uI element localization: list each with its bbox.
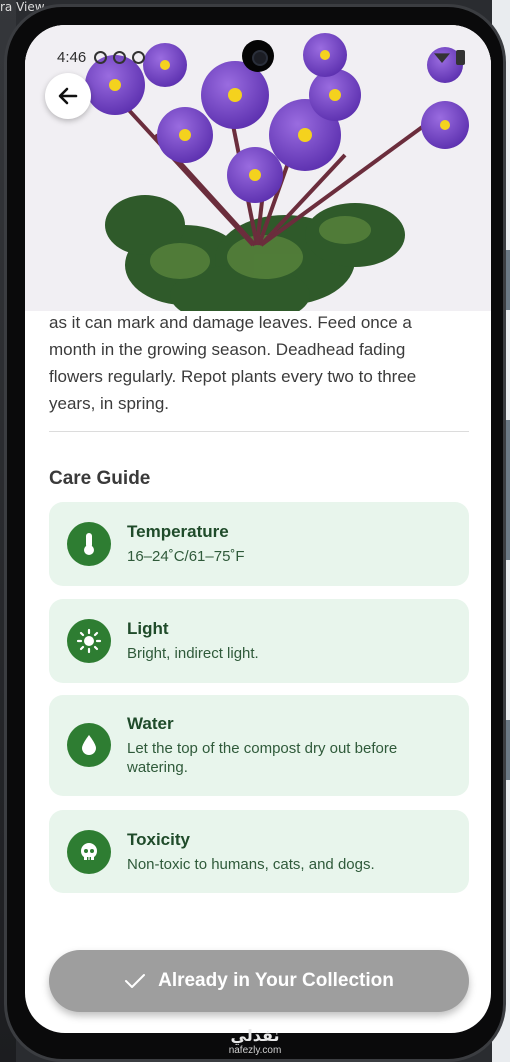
care-card-water: Water Let the top of the compost dry out… <box>49 695 469 796</box>
care-card-detail: 16–24˚C/61–75˚F <box>127 548 245 565</box>
care-description: as it can mark and damage leaves. Feed o… <box>49 309 469 417</box>
water-drop-icon <box>67 723 111 767</box>
care-card-light: Light Bright, indirect light. <box>49 599 469 683</box>
checkmark-icon <box>125 974 146 988</box>
section-divider <box>49 431 469 432</box>
description-line: as it can mark and damage leaves. Feed o… <box>49 313 412 332</box>
care-card-title: Temperature <box>127 522 229 541</box>
plant-details: as it can mark and damage leaves. Feed o… <box>49 311 469 893</box>
skull-icon <box>67 830 111 874</box>
battery-icon <box>456 49 465 65</box>
thermometer-icon <box>67 522 111 566</box>
description-line: month in the growing season. Deadhead fa… <box>49 340 406 359</box>
notification-icon <box>94 50 108 64</box>
watermark: نفذلي nafezly.com <box>190 1026 320 1056</box>
watermark-site: nafezly.com <box>228 1045 282 1056</box>
care-card-title: Light <box>127 619 169 638</box>
phone-frame: 4:46 as it can mark and damage leaves. F… <box>4 4 506 1062</box>
back-button[interactable] <box>45 73 91 119</box>
description-line: flowers regularly. Repot plants every tw… <box>49 367 417 386</box>
app-screen: 4:46 as it can mark and damage leaves. F… <box>25 25 491 1033</box>
care-card-detail: Let the top of the compost dry out befor… <box>127 740 398 776</box>
front-camera <box>242 40 274 72</box>
notification-icons <box>94 50 146 64</box>
care-card-temperature: Temperature 16–24˚C/61–75˚F <box>49 502 469 586</box>
system-icons <box>434 49 465 65</box>
status-time: 4:46 <box>57 48 87 66</box>
care-guide-title: Care Guide <box>49 468 151 489</box>
collection-status-label: Already in Your Collection <box>158 970 394 991</box>
notification-icon <box>132 50 146 64</box>
watermark-logo: نفذلي <box>230 1026 280 1045</box>
care-card-detail: Non-toxic to humans, cats, and dogs. <box>127 855 375 873</box>
care-card-detail: Bright, indirect light. <box>127 645 259 662</box>
care-card-title: Water <box>127 714 174 733</box>
notification-icon <box>113 50 127 64</box>
description-line: years, in spring. <box>49 394 169 413</box>
sun-icon <box>67 619 111 663</box>
wifi-icon <box>434 53 450 63</box>
care-card-toxicity: Toxicity Non-toxic to humans, cats, and … <box>49 810 469 893</box>
arrow-left-icon <box>58 87 78 105</box>
collection-status-button[interactable]: Already in Your Collection <box>49 950 469 1012</box>
care-card-title: Toxicity <box>127 829 190 849</box>
